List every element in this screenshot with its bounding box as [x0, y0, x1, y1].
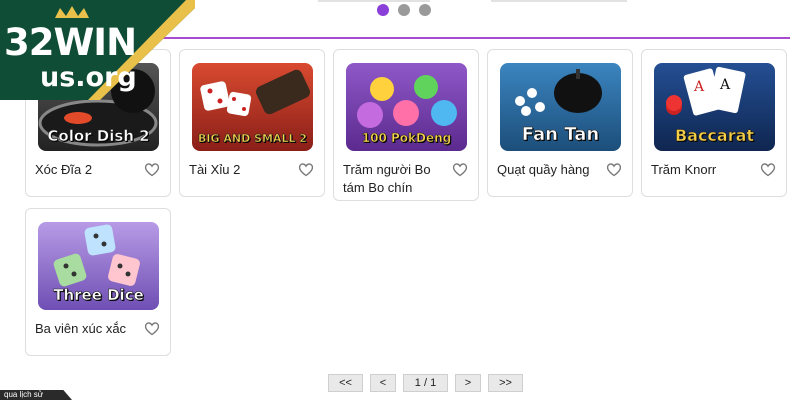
- game-title: Trăm người Bo tám Bo chín: [343, 162, 431, 195]
- game-card[interactable]: 100 PokDeng Trăm người Bo tám Bo chín: [333, 49, 479, 201]
- logo-domain-text: us.org: [40, 62, 137, 93]
- game-title: Ba viên xúc xắc: [35, 321, 127, 336]
- carousel-dot[interactable]: [377, 4, 389, 16]
- carousel-dot[interactable]: [398, 4, 410, 16]
- game-lobby: Color Dish 2 Xóc Đĩa 2 BIG AND SMALL 2 T…: [0, 0, 800, 400]
- game-thumbnail[interactable]: BIG AND SMALL 2: [192, 63, 313, 151]
- heart-icon[interactable]: [144, 162, 160, 177]
- thumbnail-caption: 100 PokDeng: [361, 131, 452, 146]
- brand-logo[interactable]: 32WIN us.org: [0, 0, 195, 100]
- game-thumbnail[interactable]: Three Dice: [38, 222, 159, 310]
- game-card[interactable]: BIG AND SMALL 2 Tài Xỉu 2: [179, 49, 325, 197]
- section-divider: [150, 37, 790, 39]
- heart-icon[interactable]: [144, 321, 160, 336]
- thumbnail-caption: Baccarat: [674, 126, 755, 146]
- carousel-dots: [377, 4, 431, 16]
- thumbnail-caption: BIG AND SMALL 2: [198, 132, 308, 146]
- next-page-button[interactable]: >: [455, 374, 481, 392]
- game-title: Xóc Đĩa 2: [35, 162, 93, 177]
- history-tab[interactable]: qua lịch sử: [0, 390, 72, 400]
- last-page-button[interactable]: >>: [488, 374, 523, 392]
- prev-page-button[interactable]: <: [370, 374, 396, 392]
- thumbnail-caption: Three Dice: [53, 286, 144, 305]
- game-thumbnail[interactable]: 100 PokDeng: [346, 63, 467, 151]
- carousel-dot[interactable]: [419, 4, 431, 16]
- heart-icon[interactable]: [760, 162, 776, 177]
- logo-brand-text: 32WIN: [4, 21, 137, 64]
- game-title: Quạt quầy hàng: [497, 162, 590, 177]
- game-thumbnail[interactable]: Fan Tan: [500, 63, 621, 151]
- pagination: << < 1 / 1 > >>: [328, 374, 523, 392]
- game-title: Tài Xỉu 2: [189, 162, 241, 177]
- partial-card-top: [491, 0, 627, 2]
- heart-icon[interactable]: [452, 162, 468, 177]
- page-indicator: 1 / 1: [403, 374, 448, 392]
- first-page-button[interactable]: <<: [328, 374, 363, 392]
- partial-card-top: [318, 0, 430, 2]
- game-title: Trăm Knorr: [651, 162, 717, 177]
- heart-icon[interactable]: [298, 162, 314, 177]
- game-card[interactable]: Three Dice Ba viên xúc xắc: [25, 208, 171, 356]
- game-card[interactable]: A A Baccarat Trăm Knorr: [641, 49, 787, 197]
- thumbnail-caption: Color Dish 2: [47, 127, 150, 146]
- game-thumbnail[interactable]: A A Baccarat: [654, 63, 775, 151]
- svg-text:A: A: [693, 79, 705, 95]
- thumbnail-caption: Fan Tan: [521, 124, 600, 146]
- game-card[interactable]: Fan Tan Quạt quầy hàng: [487, 49, 633, 197]
- svg-text:A: A: [719, 77, 731, 93]
- heart-icon[interactable]: [606, 162, 622, 177]
